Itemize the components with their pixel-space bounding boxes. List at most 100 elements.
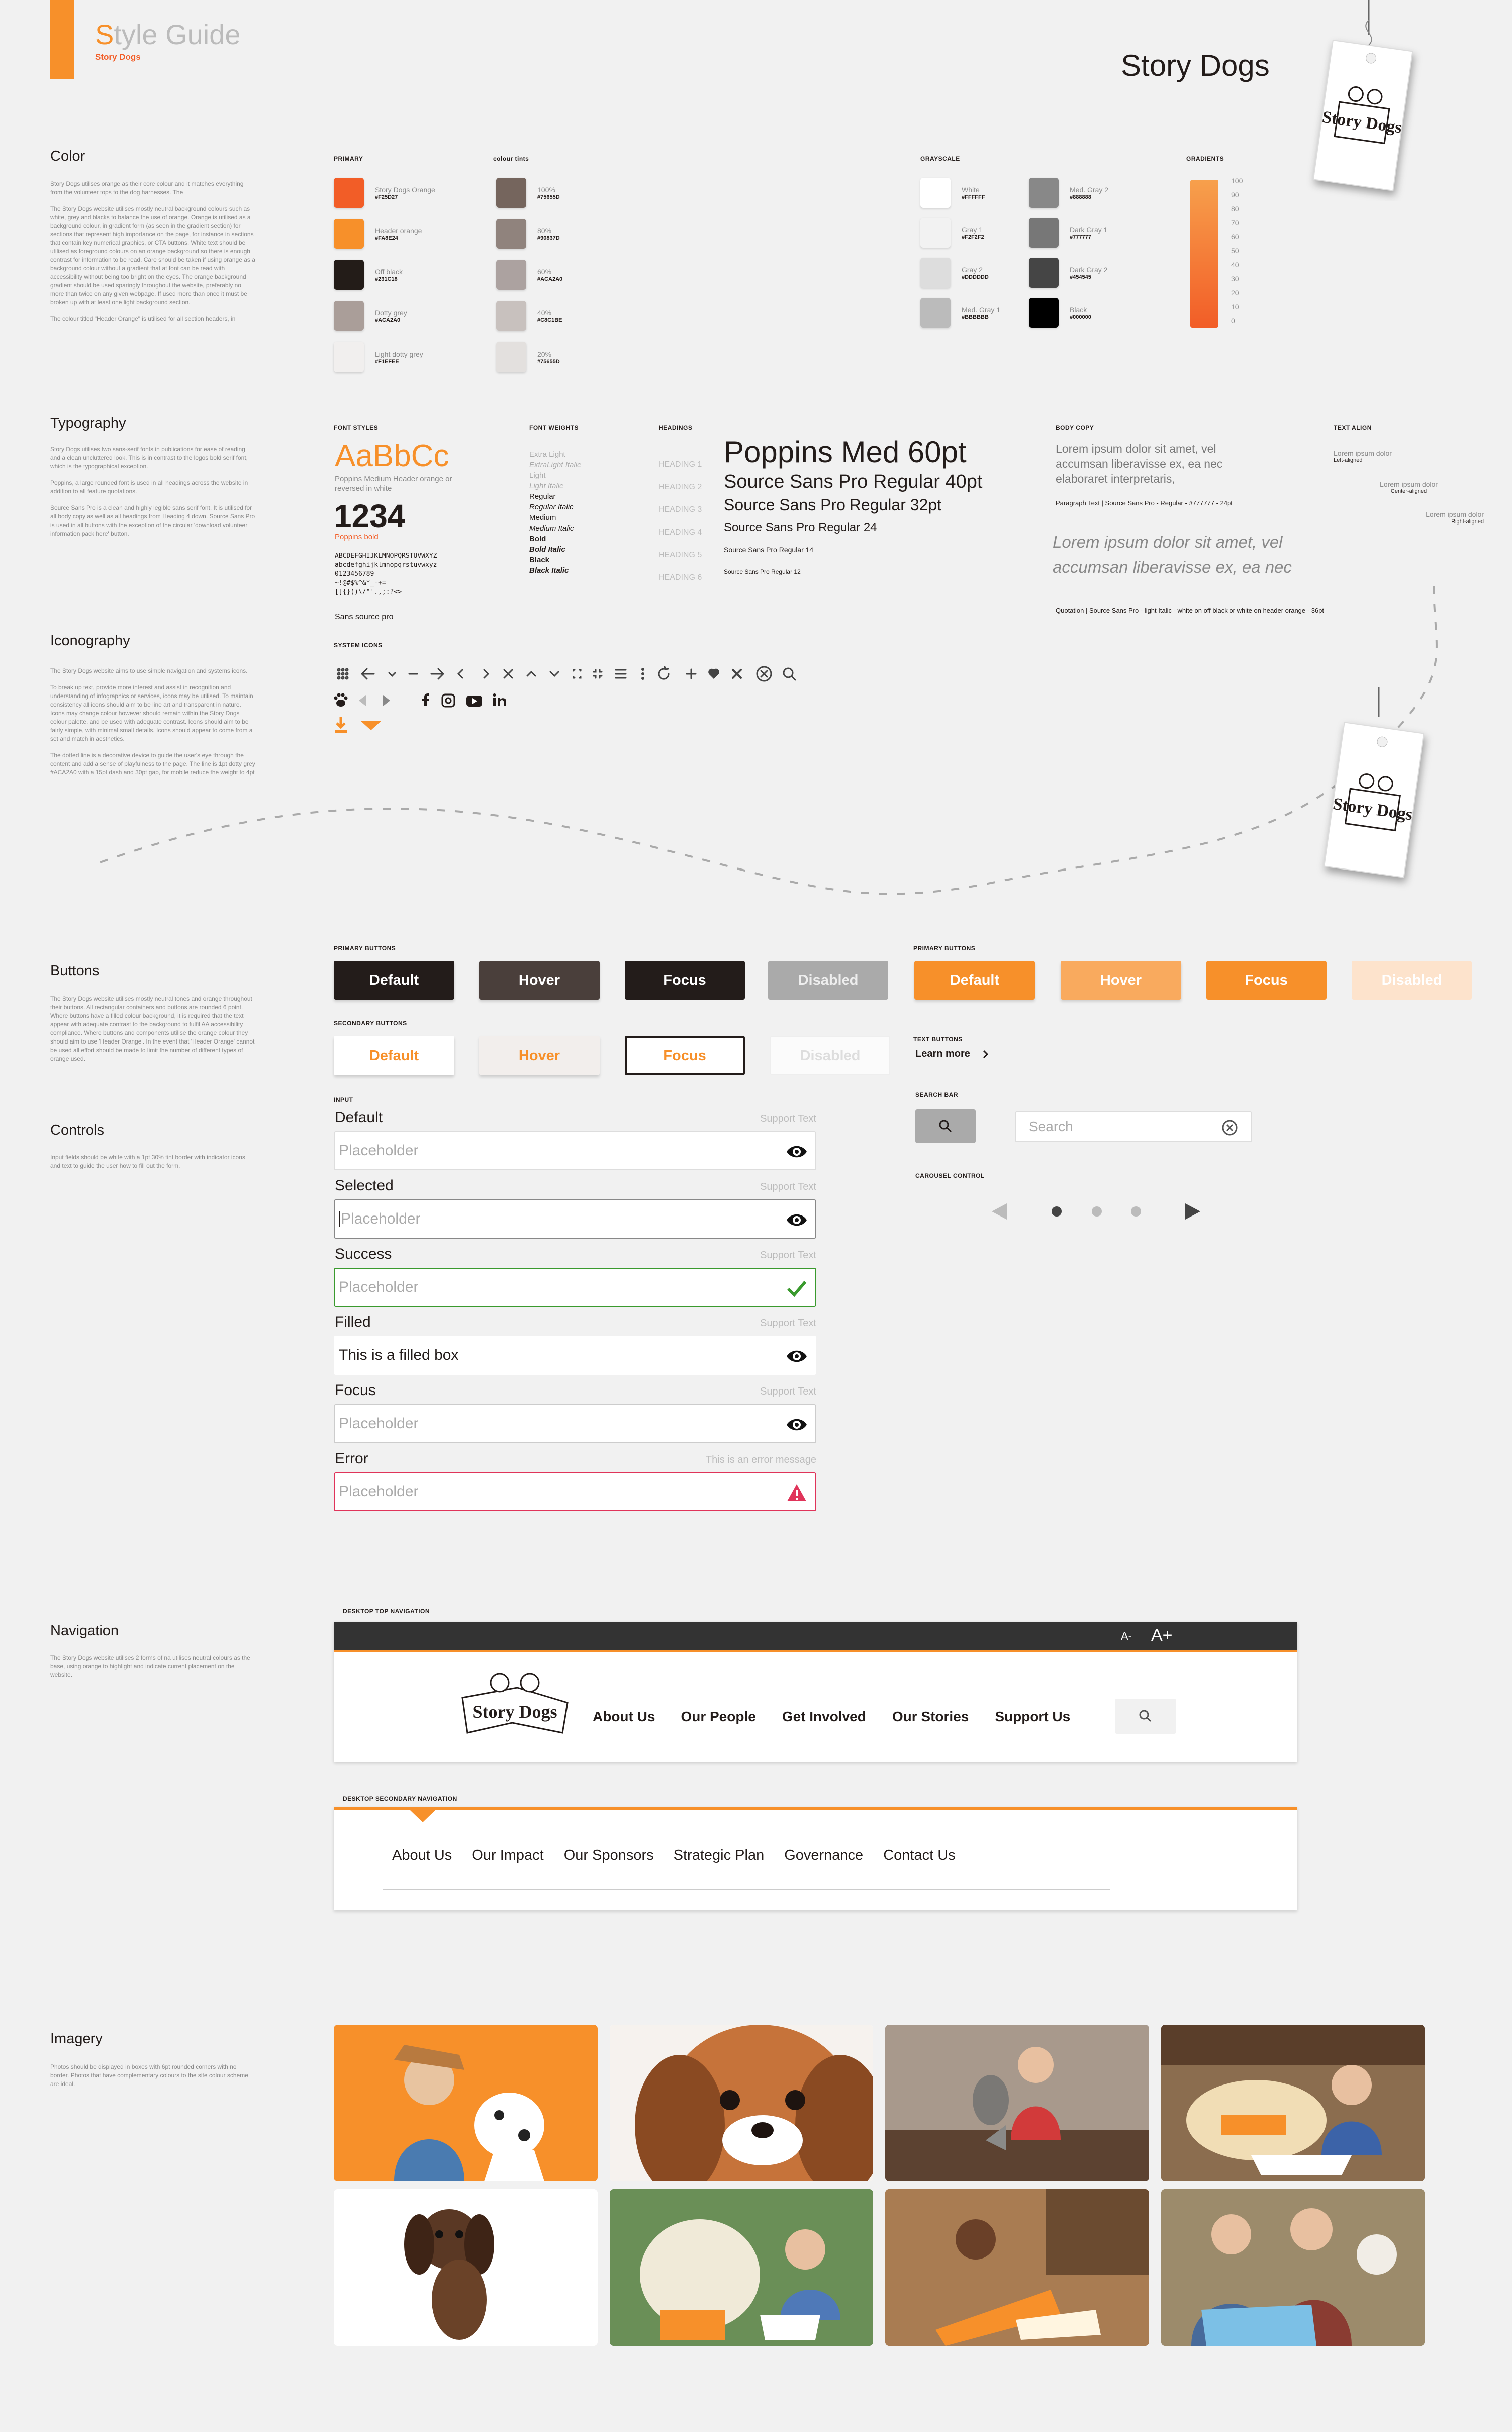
- secondary-button-focus[interactable]: Focus: [625, 1036, 745, 1075]
- dark-button-default[interactable]: Default: [334, 961, 454, 1000]
- boy-reading-on-floor-photo: [885, 2189, 1149, 2346]
- color-swatch-hex: #C8C1BE: [537, 317, 562, 323]
- secondary-nav-menu: About Us Our Impact Our Sponsors Strategic …: [392, 1847, 956, 1864]
- eye-icon[interactable]: [785, 1140, 808, 1163]
- main-nav-item[interactable]: Our Stories: [892, 1709, 969, 1725]
- orange-button-default[interactable]: Default: [914, 961, 1035, 1000]
- input-field[interactable]: Placeholder: [334, 1199, 816, 1239]
- secondary-nav-item[interactable]: Our Sponsors: [564, 1847, 654, 1864]
- color-swatch-info: Dark Gray 1 #777777: [1070, 225, 1107, 240]
- secondary-buttons-label: SECONDARY BUTTONS: [334, 1020, 407, 1027]
- color-swatch-name: 60%: [537, 268, 552, 276]
- secondary-button-disabled[interactable]: Disabled: [770, 1036, 890, 1075]
- input-field-support-text: Support Text: [760, 1181, 816, 1192]
- color-swatch-hex: #75655D: [537, 194, 560, 200]
- font-decrease-button[interactable]: A-: [1121, 1630, 1132, 1643]
- text-caret: [339, 1211, 340, 1227]
- active-indicator-icon: [410, 1810, 435, 1822]
- text-align-label: TEXT ALIGN: [1334, 424, 1372, 431]
- font-weight-sample: Black: [529, 556, 550, 564]
- font-weight-sample: Extra Light: [529, 450, 565, 459]
- input-field[interactable]: Placeholder: [334, 1404, 816, 1443]
- carousel-dot[interactable]: [1131, 1206, 1141, 1217]
- gradient-tick: 10: [1231, 303, 1239, 311]
- color-swatch: [1029, 178, 1059, 208]
- align-left-note: Left-aligned: [1334, 457, 1363, 463]
- search-button[interactable]: [915, 1109, 976, 1143]
- orange-button-focus[interactable]: Focus: [1206, 961, 1327, 1000]
- color-swatch-name: 40%: [537, 309, 552, 317]
- nav-search-button[interactable]: [1115, 1699, 1176, 1734]
- secondary-nav-item[interactable]: Strategic Plan: [674, 1847, 765, 1864]
- heading-level-label: HEADING 5: [659, 551, 702, 559]
- story-dogs-tag-logo: Story Dogs: [1312, 0, 1413, 191]
- top-nav-label: DESKTOP TOP NAVIGATION: [343, 1608, 430, 1615]
- controls-description: Input fields should be white with a 1pt …: [50, 1154, 245, 1169]
- input-field[interactable]: Placeholder: [334, 1268, 816, 1307]
- gradient-tick: 90: [1231, 191, 1239, 199]
- font-weights-list: Extra Light ExtraLight Italic Light Light I…: [529, 449, 581, 576]
- input-field-value: Placeholder: [339, 1142, 419, 1159]
- main-nav-item[interactable]: Get Involved: [782, 1709, 866, 1725]
- learn-more-link[interactable]: Learn more: [915, 1048, 989, 1060]
- eye-icon[interactable]: [785, 1413, 808, 1436]
- color-swatch-row: Med. Gray 2 #888888: [1029, 178, 1108, 208]
- secondary-nav-item[interactable]: Governance: [784, 1847, 863, 1864]
- color-swatch-name: Black: [1070, 306, 1087, 314]
- desktop-top-navigation: A- A+ Story Dogs About Us Our People Get I…: [334, 1622, 1297, 1762]
- main-nav-item[interactable]: About Us: [593, 1709, 655, 1725]
- chevron-right-icon: [983, 1050, 989, 1058]
- color-swatch-info: Black #000000: [1070, 305, 1091, 320]
- color-swatch-info: Gray 1 #F2F2F2: [962, 225, 984, 240]
- font-increase-button[interactable]: A+: [1151, 1626, 1173, 1645]
- color-swatch-info: 40% #C8C1BE: [537, 308, 562, 323]
- input-field-support-text: Support Text: [760, 1113, 816, 1124]
- secondary-nav-label: DESKTOP SECONDARY NAVIGATION: [343, 1795, 457, 1802]
- color-swatch-hex: #F25D27: [375, 194, 398, 200]
- alphabet-upper: ABCDEFGHIJKLMNOPQRSTUVWXYZ: [335, 552, 437, 560]
- secondary-button-hover[interactable]: Hover: [479, 1036, 600, 1075]
- font-weight-sample: Medium: [529, 513, 556, 522]
- dark-button-hover[interactable]: Hover: [479, 961, 600, 1000]
- dark-button-disabled[interactable]: Disabled: [768, 961, 888, 1000]
- input-field[interactable]: Placeholder: [334, 1131, 816, 1170]
- main-nav-item[interactable]: Support Us: [995, 1709, 1070, 1725]
- input-field[interactable]: This is a filled box: [334, 1336, 816, 1375]
- orange-button-disabled[interactable]: Disabled: [1352, 961, 1472, 1000]
- align-right-text: Lorem ipsum dolor: [1426, 510, 1484, 518]
- carousel-dot-active[interactable]: [1052, 1206, 1062, 1217]
- eye-icon[interactable]: [785, 1345, 808, 1368]
- main-nav-item[interactable]: Our People: [681, 1709, 755, 1725]
- color-swatch: [1029, 258, 1059, 288]
- dark-button-focus[interactable]: Focus: [625, 961, 745, 1000]
- close-circle-icon[interactable]: [1221, 1119, 1238, 1136]
- carousel-prev-icon[interactable]: [992, 1203, 1007, 1220]
- orange-button-hover[interactable]: Hover: [1061, 961, 1181, 1000]
- top-utility-bar: A- A+: [334, 1622, 1297, 1650]
- tints-label: colour tints: [493, 155, 529, 162]
- secondary-button-default[interactable]: Default: [334, 1036, 454, 1075]
- grayscale-label: GRAYSCALE: [920, 155, 960, 162]
- secondary-nav-item[interactable]: Contact Us: [883, 1847, 955, 1864]
- secondary-nav-item[interactable]: About Us: [392, 1847, 452, 1864]
- search-input[interactable]: Search: [1015, 1111, 1252, 1142]
- eye-icon[interactable]: [785, 1208, 808, 1232]
- font-weight-sample: Regular Italic: [529, 503, 574, 511]
- input-field-label: Filled: [335, 1314, 371, 1330]
- color-swatch-name: Dark Gray 1: [1070, 226, 1108, 234]
- carousel-dot[interactable]: [1092, 1206, 1102, 1217]
- secondary-nav-item[interactable]: Our Impact: [472, 1847, 543, 1864]
- input-field[interactable]: Placeholder: [334, 1472, 816, 1511]
- input-field-label: Success: [335, 1246, 392, 1262]
- dachshund-photo: [334, 2189, 598, 2346]
- main-nav-menu: About Us Our People Get Involved Our Storie…: [593, 1709, 1070, 1725]
- color-swatch-row: 20% #75655D: [496, 342, 560, 372]
- color-swatch: [920, 178, 951, 208]
- story-dogs-logo[interactable]: Story Dogs: [457, 1668, 573, 1738]
- color-swatch-row: Header orange #FA8E24: [334, 219, 422, 249]
- color-swatch-hex: #BBBBBB: [962, 314, 989, 320]
- carousel-next-icon[interactable]: [1185, 1203, 1200, 1220]
- gradient-tick: 20: [1231, 289, 1239, 297]
- carousel-label: CAROUSEL CONTROL: [915, 1172, 985, 1179]
- color-description: Story Dogs utilises orange as their core…: [50, 180, 256, 331]
